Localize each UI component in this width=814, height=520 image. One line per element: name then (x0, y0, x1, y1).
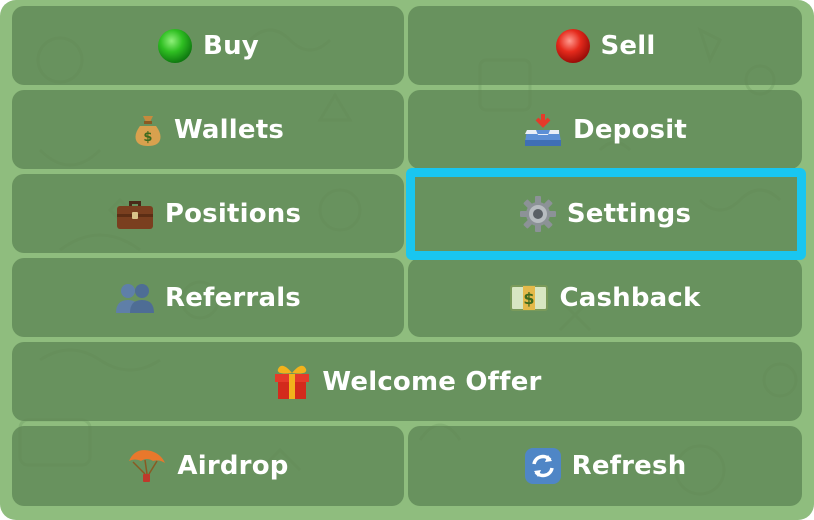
inbox-tray-icon (523, 112, 563, 148)
people-icon (115, 281, 155, 315)
deposit-button[interactable]: Deposit (408, 90, 802, 169)
refresh-arrows-icon (524, 447, 562, 485)
referrals-button[interactable]: Referrals (12, 258, 404, 337)
gift-icon (272, 363, 312, 401)
wallets-label: Wallets (173, 114, 285, 145)
welcome-offer-button[interactable]: Welcome Offer (12, 342, 802, 421)
green-circle-icon (157, 28, 193, 64)
refresh-label: Refresh (571, 451, 687, 481)
settings-button[interactable]: Settings (408, 174, 802, 253)
briefcase-icon (115, 197, 155, 231)
cashback-button[interactable]: $ Cashback (408, 258, 802, 337)
welcome-offer-label: Welcome Offer (322, 366, 542, 397)
airdrop-label: Airdrop (177, 451, 289, 481)
wallets-button[interactable]: $ Wallets (12, 90, 404, 169)
buy-label: Buy (203, 30, 259, 61)
sell-label: Sell (600, 30, 656, 61)
dollar-banknote-icon: $ (509, 282, 549, 314)
sell-button[interactable]: Sell (408, 6, 802, 85)
buy-button[interactable]: Buy (12, 6, 404, 85)
airdrop-button[interactable]: Airdrop (12, 426, 404, 506)
gear-icon (519, 195, 557, 233)
red-circle-icon (555, 28, 591, 64)
svg-text:$: $ (524, 289, 535, 308)
money-bag-icon: $ (132, 112, 164, 148)
positions-label: Positions (164, 198, 302, 229)
button-grid: Buy Sell $ Wallets Deposit Positions Set… (12, 6, 802, 506)
parachute-icon (127, 447, 167, 485)
deposit-label: Deposit (573, 114, 687, 145)
svg-text:$: $ (143, 130, 152, 145)
keyboard-panel: Buy Sell $ Wallets Deposit Positions Set… (0, 0, 814, 520)
settings-label: Settings (566, 198, 692, 229)
positions-button[interactable]: Positions (12, 174, 404, 253)
referrals-label: Referrals (165, 282, 301, 313)
refresh-button[interactable]: Refresh (408, 426, 802, 506)
cashback-label: Cashback (559, 282, 701, 313)
